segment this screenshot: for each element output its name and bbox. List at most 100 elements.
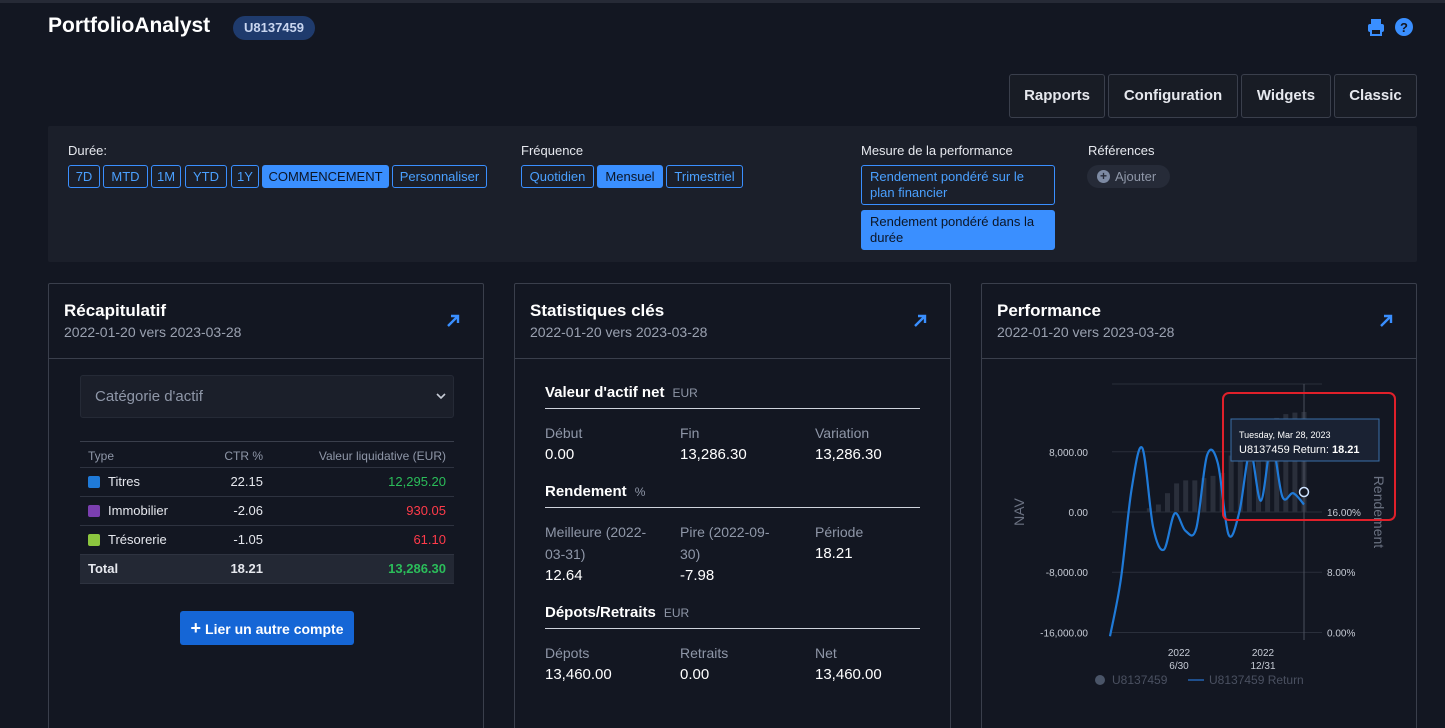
measure-financial-weighted[interactable]: Rendement pondéré sur le plan financier bbox=[861, 165, 1055, 205]
stat-value: -7.98 bbox=[680, 567, 715, 584]
stat-net: Net 13,460.00 bbox=[815, 642, 935, 686]
stat-value: 13,460.00 bbox=[815, 666, 882, 683]
top-border bbox=[0, 0, 1445, 3]
col-value-header: Valeur liquidative (EUR) bbox=[318, 449, 446, 463]
return-section-title-text: Rendement bbox=[545, 483, 627, 500]
duration-personnaliser[interactable]: Personnaliser bbox=[392, 165, 487, 188]
right-tick-label: 16.00% bbox=[1327, 508, 1361, 519]
duration-ytd[interactable]: YTD bbox=[185, 165, 227, 188]
duration-7d[interactable]: 7D bbox=[68, 165, 100, 188]
tresorerie-swatch bbox=[88, 534, 100, 546]
legend-nav-label[interactable]: U8137459 bbox=[1112, 673, 1168, 687]
add-reference-button[interactable]: + Ajouter bbox=[1087, 165, 1170, 188]
link-account-button[interactable]: + Lier un autre compte bbox=[180, 611, 354, 645]
frequency-trimestriel[interactable]: Trimestriel bbox=[666, 165, 743, 188]
performance-date-range: 2022-01-20 vers 2023-03-28 bbox=[997, 324, 1175, 340]
duration-commencement[interactable]: COMMENCEMENT bbox=[262, 165, 389, 188]
stat-worst: Pire (2022-09-30) -7.98 bbox=[680, 521, 780, 587]
nav-classic-button[interactable]: Classic bbox=[1334, 74, 1417, 118]
left-tick-label: 0.00 bbox=[1069, 508, 1089, 519]
asset-category-select[interactable]: Catégorie d'actif bbox=[80, 375, 454, 418]
table-row: Titres 22.15 12,295.20 bbox=[80, 468, 454, 497]
measure-time-weighted[interactable]: Rendement pondéré dans la durée bbox=[861, 210, 1055, 250]
immobilier-swatch bbox=[88, 505, 100, 517]
stat-withdrawals: Retraits 0.00 bbox=[680, 642, 800, 686]
plus-icon: + bbox=[190, 618, 202, 638]
duration-1m[interactable]: 1M bbox=[151, 165, 181, 188]
stat-label: Meilleure (2022-03-31) bbox=[545, 524, 647, 562]
stat-variation: Variation 13,286.30 bbox=[815, 422, 935, 466]
nav-section-title: Valeur d'actif net EUR bbox=[545, 384, 920, 409]
nav-bar bbox=[1174, 483, 1180, 512]
duration-1y[interactable]: 1Y bbox=[231, 165, 259, 188]
help-icon[interactable]: ? bbox=[1394, 17, 1414, 37]
performance-title: Performance bbox=[997, 301, 1101, 320]
left-tick-label: -16,000.00 bbox=[1040, 628, 1088, 639]
nav-configuration-button[interactable]: Configuration bbox=[1108, 74, 1238, 118]
nav-section-title-text: Valeur d'actif net bbox=[545, 384, 665, 401]
table-row: Immobilier -2.06 930.05 bbox=[80, 497, 454, 526]
stat-label: Fin bbox=[680, 425, 700, 441]
summary-card: Récapitulatif 2022-01-20 vers 2023-03-28… bbox=[48, 283, 484, 728]
row-type: Titres bbox=[108, 474, 141, 489]
performance-card-header: Performance 2022-01-20 vers 2023-03-28 bbox=[982, 284, 1416, 359]
row-value: 12,295.20 bbox=[388, 474, 446, 489]
stat-label: Dépots bbox=[545, 645, 590, 661]
col-type-header: Type bbox=[88, 449, 115, 463]
nav-section: Valeur d'actif net EUR Début 0.00 Fin 13,… bbox=[545, 384, 920, 494]
total-value: 13,286.30 bbox=[388, 561, 446, 576]
performance-chart[interactable]: 8,000.00 0.00 -8,000.00 -16,000.00 16.00% 8.… bbox=[982, 360, 1416, 728]
stat-period: Période 18.21 bbox=[815, 521, 935, 565]
account-badge[interactable]: U8137459 bbox=[233, 16, 315, 40]
stat-value: 0.00 bbox=[680, 666, 710, 683]
left-tick-label: -8,000.00 bbox=[1046, 568, 1089, 579]
row-type: Trésorerie bbox=[108, 532, 167, 547]
expand-arrow-icon[interactable] bbox=[912, 313, 928, 329]
stats-title: Statistiques clés bbox=[530, 301, 665, 320]
nav-bar bbox=[1210, 475, 1216, 512]
stat-label: Pire (2022-09-30) bbox=[680, 524, 770, 562]
flow-section: Dépots/Retraits EUR Dépots 13,460.00 Retr… bbox=[545, 604, 920, 714]
summary-title: Récapitulatif bbox=[64, 301, 167, 320]
left-tick-label: 8,000.00 bbox=[1049, 448, 1088, 459]
stat-value: 0.00 bbox=[545, 446, 575, 463]
table-header-row: Type CTR % Valeur liquidative (EUR) bbox=[80, 441, 454, 468]
table-row: Trésorerie -1.05 61.10 bbox=[80, 526, 454, 555]
chart-legend[interactable]: U8137459 U8137459 Return bbox=[1095, 673, 1304, 687]
return-section: Rendement% Meilleure (2022-03-31) 12.64 … bbox=[545, 483, 920, 593]
chevron-down-icon bbox=[436, 393, 446, 400]
col-ctr-header: CTR % bbox=[224, 449, 263, 463]
stat-label: Retraits bbox=[680, 645, 729, 661]
legend-nav-marker bbox=[1095, 675, 1105, 685]
key-stats-card: Statistiques clés 2022-01-20 vers 2023-0… bbox=[514, 283, 951, 728]
references-label: Références bbox=[1088, 143, 1155, 158]
return-section-unit: % bbox=[634, 485, 646, 499]
x-tick-year: 2022 bbox=[1168, 648, 1191, 659]
nav-widgets-button[interactable]: Widgets bbox=[1241, 74, 1331, 118]
stat-best: Meilleure (2022-03-31) 12.64 bbox=[545, 521, 655, 587]
nav-rapports-button[interactable]: Rapports bbox=[1009, 74, 1105, 118]
expand-arrow-icon[interactable] bbox=[1378, 313, 1394, 329]
stat-deposits: Dépots 13,460.00 bbox=[545, 642, 665, 686]
right-tick-label: 8.00% bbox=[1327, 568, 1355, 579]
row-type: Immobilier bbox=[108, 503, 168, 518]
expand-arrow-icon[interactable] bbox=[445, 313, 461, 329]
frequency-quotidien[interactable]: Quotidien bbox=[521, 165, 594, 188]
stats-date-range: 2022-01-20 vers 2023-03-28 bbox=[530, 324, 708, 340]
duration-mtd[interactable]: MTD bbox=[103, 165, 148, 188]
stat-label: Période bbox=[815, 524, 864, 540]
row-ctr: 22.15 bbox=[230, 474, 263, 489]
duration-label: Durée: bbox=[68, 143, 108, 158]
legend-return-label[interactable]: U8137459 Return bbox=[1209, 673, 1304, 687]
print-icon[interactable] bbox=[1366, 17, 1386, 37]
nav-bar bbox=[1183, 480, 1189, 512]
x-tick-date: 6/30 bbox=[1169, 661, 1189, 672]
stat-value: 13,460.00 bbox=[545, 666, 612, 683]
flow-section-unit: EUR bbox=[663, 606, 690, 620]
hover-point[interactable] bbox=[1298, 486, 1310, 498]
x-tick-date: 12/31 bbox=[1250, 661, 1275, 672]
right-tick-label: 0.00% bbox=[1327, 628, 1355, 639]
row-value: 930.05 bbox=[406, 503, 446, 518]
row-ctr: -2.06 bbox=[233, 503, 263, 518]
frequency-mensuel[interactable]: Mensuel bbox=[597, 165, 663, 188]
